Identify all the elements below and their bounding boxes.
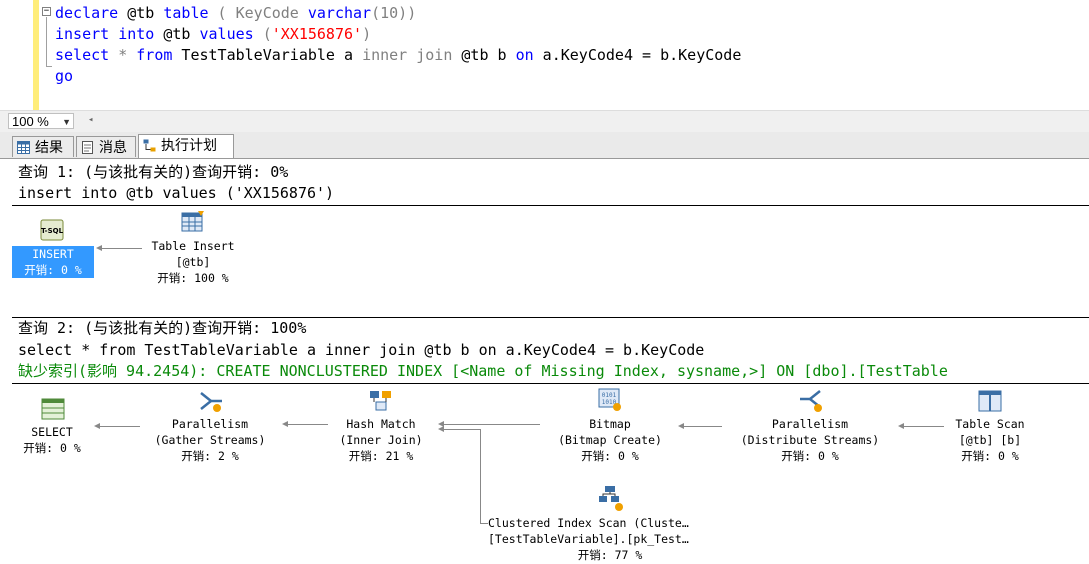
execution-plan-pane[interactable]: 查询 1: (与该批有关的)查询开销: 0% insert into @tb v… — [0, 159, 1089, 564]
tsql-icon[interactable]: T-SQL — [40, 219, 64, 241]
clustered-scan-object: [TestTableVariable].[pk_Test… — [488, 532, 689, 546]
collapse-icon[interactable]: − — [42, 7, 51, 16]
distribute-streams-icon[interactable] — [798, 387, 824, 413]
query2-header: 查询 2: (与该批有关的)查询开销: 100% — [18, 319, 307, 337]
plan-node-insert[interactable]: INSERT 开销: 0 % — [12, 246, 94, 278]
bitmap-icon[interactable]: 01011010 — [597, 387, 623, 413]
code-line-3: select * from TestTableVariable a inner … — [55, 46, 742, 64]
arrow-head — [898, 423, 904, 429]
query2-separator — [12, 383, 1089, 384]
flow-arrow — [444, 424, 540, 425]
query1-sql: insert into @tb values ('XX156876') — [18, 184, 335, 202]
clustered-index-scan-icon[interactable] — [597, 484, 625, 512]
select-icon[interactable] — [40, 397, 66, 421]
gather-label: Parallelism — [171, 417, 249, 431]
arrow-head — [438, 426, 444, 432]
plan-node-distribute-streams[interactable]: Parallelism (Distribute Streams) 开销: 0 % — [728, 416, 892, 464]
flow-arrow — [286, 424, 328, 425]
missing-index-hint[interactable]: 缺少索引(影响 94.2454): CREATE NONCLUSTERED IN… — [18, 361, 948, 381]
bitmap-cost: 开销: 0 % — [581, 449, 639, 463]
hash-sublabel: (Inner Join) — [339, 433, 423, 447]
tab-execution-plan[interactable]: 执行计划 — [138, 134, 234, 158]
results-tab-strip: 结果 消息 执行计划 — [0, 132, 1089, 159]
flow-arrow — [480, 523, 488, 524]
hash-label: Hash Match — [346, 417, 416, 431]
svg-text:0101: 0101 — [602, 392, 617, 399]
flow-arrow — [684, 426, 722, 427]
code-line-4: go — [55, 67, 74, 85]
plan-node-bitmap[interactable]: Bitmap (Bitmap Create) 开销: 0 % — [545, 416, 675, 464]
plan-node-hash-match[interactable]: Hash Match (Inner Join) 开销: 21 % — [330, 416, 432, 464]
flow-arrow — [100, 248, 142, 249]
clustered-scan-cost: 开销: 77 % — [577, 548, 643, 562]
zoom-value: 100 % — [12, 114, 49, 129]
table-scan-object: [@tb] [b] — [958, 433, 1022, 447]
gather-sublabel: (Gather Streams) — [154, 433, 266, 447]
arrow-head — [96, 245, 102, 251]
table-scan-label: Table Scan — [955, 417, 1025, 431]
distribute-label: Parallelism — [771, 417, 849, 431]
plan-node-gather-streams[interactable]: Parallelism (Gather Streams) 开销: 2 % — [140, 416, 280, 464]
arrow-head — [282, 421, 288, 427]
plan-node-select[interactable]: SELECT 开销: 0 % — [12, 424, 92, 456]
tab-messages-label: 消息 — [99, 139, 127, 155]
gather-cost: 开销: 2 % — [181, 449, 239, 463]
query1-separator — [12, 205, 1089, 206]
hash-match-icon[interactable] — [368, 389, 394, 413]
tab-results-label: 结果 — [35, 139, 63, 155]
insert-node-cost: 开销: 0 % — [12, 262, 94, 278]
arrow-head — [678, 423, 684, 429]
clustered-scan-label: Clustered Index Scan (Cluste… — [488, 516, 689, 530]
insert-node-label: INSERT — [12, 246, 94, 262]
plan-node-clustered-index-scan[interactable]: Clustered Index Scan (Cluste… [TestTable… — [488, 515, 732, 563]
table-insert-label: Table Insert — [151, 239, 235, 253]
code-line-2: insert into @tb values ('XX156876') — [55, 25, 372, 43]
distribute-cost: 开销: 0 % — [781, 449, 839, 463]
hash-cost: 开销: 21 % — [348, 449, 414, 463]
sql-editor[interactable]: − declare @tb table ( KeyCode varchar(10… — [0, 0, 1089, 110]
bitmap-sublabel: (Bitmap Create) — [558, 433, 662, 447]
plan-node-table-scan[interactable]: Table Scan [@tb] [b] 开销: 0 % — [946, 416, 1034, 464]
flow-arrow — [904, 426, 944, 427]
table-insert-icon[interactable] — [180, 209, 206, 235]
select-node-label: SELECT — [31, 425, 73, 439]
grid-icon — [17, 141, 30, 154]
bitmap-label: Bitmap — [589, 417, 631, 431]
flow-arrow-vertical — [480, 429, 481, 523]
chevron-down-icon[interactable]: ▼ — [62, 114, 71, 130]
query2-sql: select * from TestTableVariable a inner … — [18, 341, 705, 359]
table-scan-cost: 开销: 0 % — [961, 449, 1019, 463]
zoom-bar: 100 % ▼ ◂ — [0, 110, 1089, 132]
execution-plan-icon — [143, 139, 156, 152]
scroll-left-icon[interactable]: ◂ — [88, 115, 93, 125]
flow-arrow — [98, 426, 140, 427]
fold-guide-end — [46, 66, 52, 67]
fold-guide — [46, 17, 47, 67]
gather-streams-icon[interactable] — [198, 389, 224, 413]
flow-arrow — [444, 429, 480, 430]
arrow-head — [94, 423, 100, 429]
table-insert-object: [@tb] — [175, 255, 211, 269]
message-icon — [82, 141, 93, 154]
select-node-cost: 开销: 0 % — [23, 441, 81, 455]
distribute-sublabel: (Distribute Streams) — [740, 433, 880, 447]
query1-header: 查询 1: (与该批有关的)查询开销: 0% — [18, 163, 289, 181]
zoom-dropdown[interactable]: 100 % ▼ — [8, 113, 74, 129]
tab-results[interactable]: 结果 — [12, 136, 74, 157]
code-line-1: declare @tb table ( KeyCode varchar(10)) — [55, 4, 417, 22]
tab-messages[interactable]: 消息 — [76, 136, 136, 157]
changed-lines-marker — [33, 0, 39, 110]
table-insert-cost: 开销: 100 % — [157, 271, 229, 285]
table-scan-icon[interactable] — [977, 389, 1003, 413]
plan-node-table-insert[interactable]: Table Insert [@tb] 开销: 100 % — [138, 238, 248, 286]
svg-text:T-SQL: T-SQL — [41, 227, 64, 235]
tab-execution-plan-label: 执行计划 — [161, 137, 217, 153]
